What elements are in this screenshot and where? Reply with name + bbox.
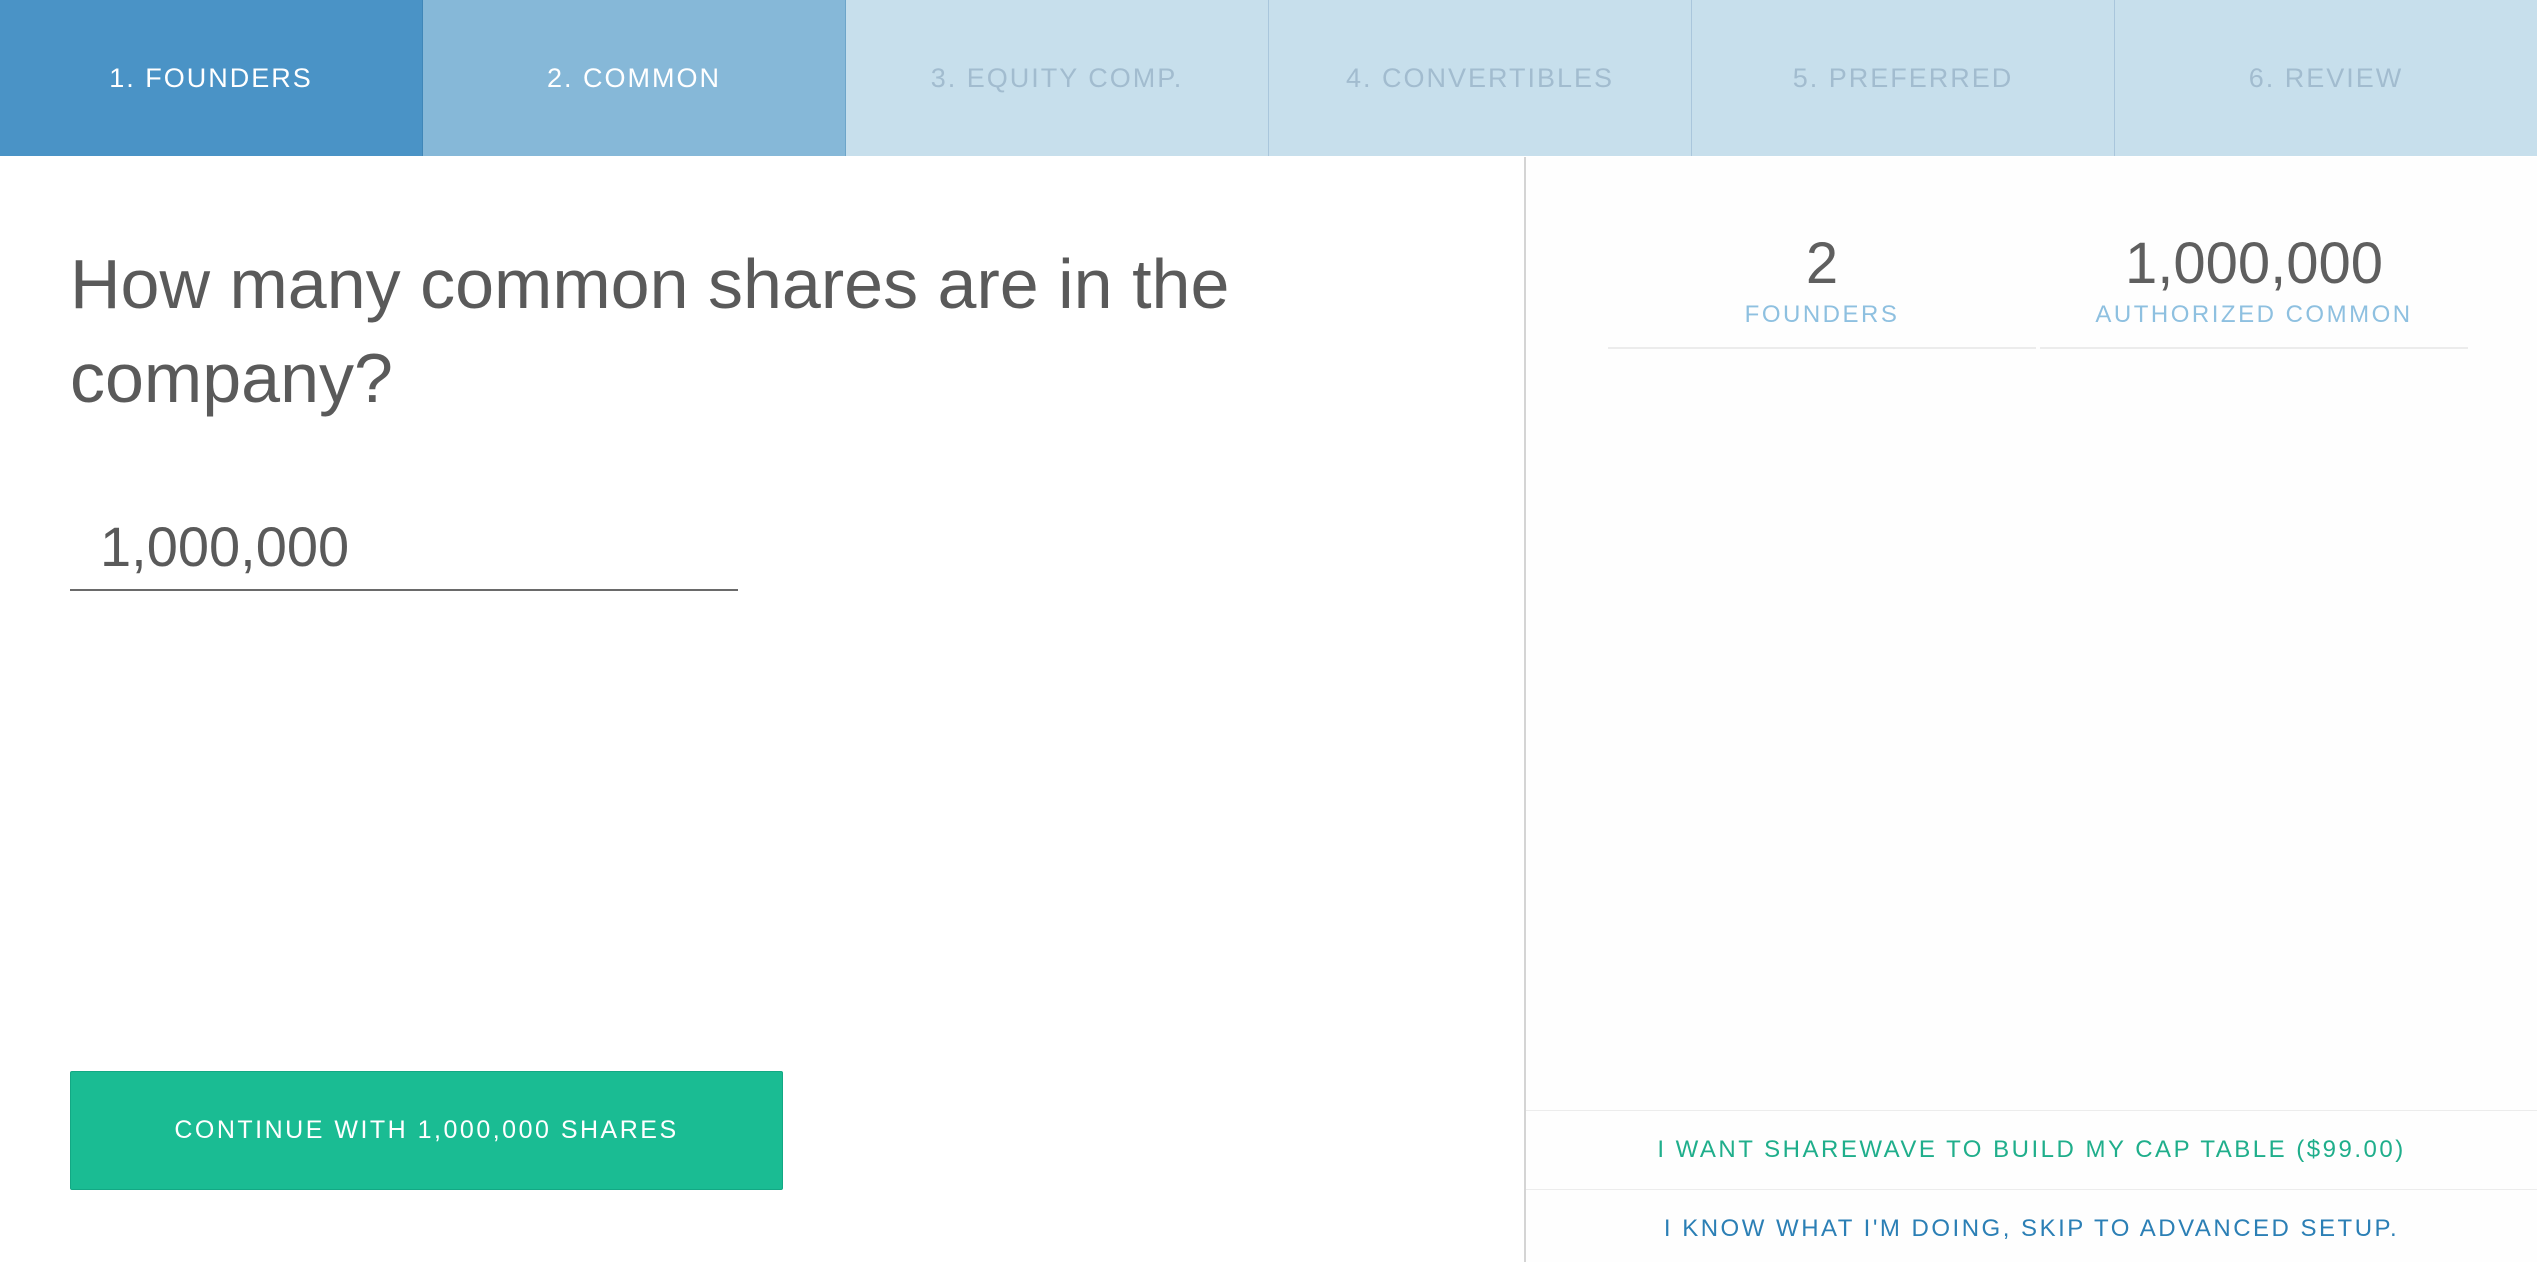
step-common[interactable]: 2. COMMON (423, 0, 846, 156)
step-navigation: 1. FOUNDERS 2. COMMON 3. EQUITY COMP. 4.… (0, 0, 2537, 156)
summary-panel: 2 FOUNDERS 1,000,000 AUTHORIZED COMMON I… (1526, 157, 2537, 1262)
step-review[interactable]: 6. REVIEW (2115, 0, 2537, 156)
founders-label: FOUNDERS (1744, 301, 1900, 328)
build-cap-table-link[interactable]: I WANT SHAREWAVE TO BUILD MY CAP TABLE (… (1526, 1110, 2537, 1189)
shares-input-wrapper (70, 503, 738, 591)
skip-to-advanced-setup-link[interactable]: I KNOW WHAT I'M DOING, SKIP TO ADVANCED … (1526, 1189, 2537, 1268)
step-preferred[interactable]: 5. PREFERRED (1692, 0, 2115, 156)
founders-stat: 2 FOUNDERS (1608, 229, 2036, 349)
continue-button[interactable]: CONTINUE WITH 1,000,000 SHARES (70, 1071, 783, 1190)
question-panel: How many common shares are in the compan… (0, 157, 1524, 1262)
authorized-common-label: AUTHORIZED COMMON (2095, 301, 2413, 328)
authorized-common-stat: 1,000,000 AUTHORIZED COMMON (2040, 229, 2468, 349)
question-heading: How many common shares are in the compan… (70, 245, 1230, 417)
founders-count: 2 (1805, 231, 1839, 296)
step-founders[interactable]: 1. FOUNDERS (0, 0, 423, 156)
step-convertibles[interactable]: 4. CONVERTIBLES (1269, 0, 1692, 156)
authorized-common-count: 1,000,000 (2124, 231, 2384, 296)
step-equity-comp[interactable]: 3. EQUITY COMP. (846, 0, 1269, 156)
common-shares-input[interactable] (70, 503, 738, 589)
